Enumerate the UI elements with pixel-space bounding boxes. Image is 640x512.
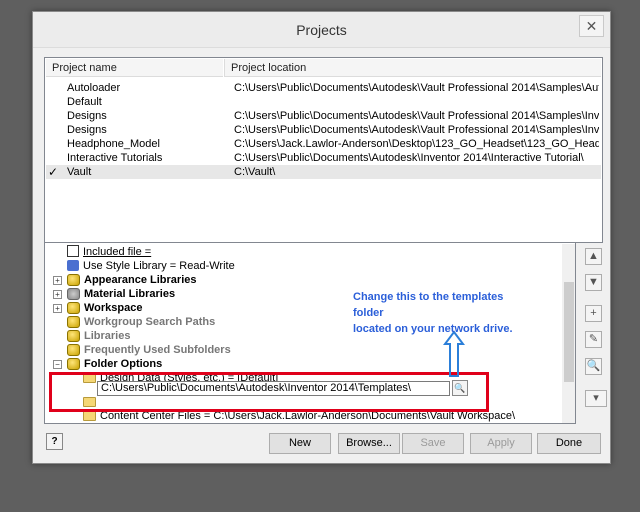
done-button[interactable]: Done — [537, 433, 601, 454]
project-name: Autoloader — [67, 82, 121, 94]
browse-button[interactable]: Browse... — [338, 433, 400, 454]
workspace-icon — [67, 302, 80, 314]
project-row[interactable]: Default — [46, 95, 601, 109]
tree-item-style-library[interactable]: Use Style Library = Read-Write — [67, 259, 235, 273]
tree-item-libraries[interactable]: Libraries — [67, 329, 130, 343]
tree-item-workgroup[interactable]: Workgroup Search Paths — [67, 315, 215, 329]
project-name: Interactive Tutorials — [67, 152, 163, 164]
save-button[interactable]: Save — [402, 433, 464, 454]
folder-icon — [83, 411, 96, 421]
highlight-box — [49, 372, 489, 412]
project-name: Vault — [67, 166, 92, 178]
new-button[interactable]: New — [269, 433, 331, 454]
expand-icon[interactable]: + — [53, 276, 62, 285]
project-location: C:\Vault\ — [234, 166, 276, 178]
dialog-title: Projects — [296, 22, 347, 38]
appearance-icon — [67, 274, 80, 286]
add-path-button[interactable]: + — [585, 305, 602, 322]
help-button[interactable]: ? — [46, 433, 63, 450]
options-menu-button[interactable]: ▾ — [585, 390, 607, 407]
column-header-project-location[interactable]: Project location — [224, 59, 601, 77]
expand-icon[interactable]: + — [53, 290, 62, 299]
expand-icon[interactable]: + — [53, 304, 62, 313]
project-row[interactable]: Autoloader C:\Users\Public\Documents\Aut… — [46, 81, 601, 95]
apply-button[interactable]: Apply — [470, 433, 532, 454]
title-bar: Projects ✕ — [33, 12, 610, 48]
projects-list: Project name Project location Autoloader… — [44, 57, 603, 243]
frequent-icon — [67, 344, 80, 356]
project-location: C:\Users\Public\Documents\Autodesk\Vault… — [234, 110, 599, 122]
scrollbar-thumb[interactable] — [564, 282, 574, 382]
libraries-icon — [67, 330, 80, 342]
tree-item-folder-options[interactable]: Folder Options — [67, 357, 162, 371]
tree-item-included-file[interactable]: Included file = — [67, 245, 151, 259]
style-library-icon — [67, 260, 79, 271]
tree-item-appearance[interactable]: Appearance Libraries — [67, 273, 197, 287]
project-row[interactable]: Interactive Tutorials C:\Users\Public\Do… — [46, 151, 601, 165]
project-name: Designs — [67, 110, 107, 122]
collapse-icon[interactable]: − — [53, 360, 62, 369]
folder-options-icon — [67, 358, 80, 370]
project-name: Designs — [67, 124, 107, 136]
tree-scrollbar[interactable] — [562, 244, 575, 423]
project-row[interactable]: Headphone_Model C:\Users\Jack.Lawlor-And… — [46, 137, 601, 151]
find-button[interactable]: 🔍 — [585, 358, 602, 375]
callout-line: located on your network drive. — [353, 323, 513, 335]
project-location: C:\Users\Public\Documents\Autodesk\Vault… — [234, 124, 599, 136]
project-location: C:\Users\Public\Documents\Autodesk\Vault… — [234, 82, 599, 94]
workgroup-icon — [67, 316, 80, 328]
material-icon — [67, 288, 80, 300]
annotation-callout: Change this to the templates folder loca… — [353, 289, 533, 337]
tree-item-material[interactable]: Material Libraries — [67, 287, 175, 301]
project-location: C:\Users\Jack.Lawlor-Anderson\Desktop\12… — [234, 138, 599, 150]
edit-button[interactable]: ✎ — [585, 331, 602, 348]
project-location: C:\Users\Public\Documents\Autodesk\Inven… — [234, 152, 584, 164]
project-name: Headphone_Model — [67, 138, 160, 150]
active-check-icon: ✓ — [48, 165, 59, 179]
project-row[interactable]: Designs C:\Users\Public\Documents\Autode… — [46, 123, 601, 137]
column-header-project-name[interactable]: Project name — [46, 59, 223, 77]
tree-item-frequent[interactable]: Frequently Used Subfolders — [67, 343, 231, 357]
project-row-active[interactable]: ✓ Vault C:\Vault\ — [46, 165, 601, 179]
project-row[interactable]: Designs C:\Users\Public\Documents\Autode… — [46, 109, 601, 123]
up-arrow-icon — [443, 330, 465, 377]
tree-item-workspace[interactable]: Workspace — [67, 301, 143, 315]
close-button[interactable]: ✕ — [579, 15, 604, 37]
file-icon — [67, 245, 79, 257]
callout-line: Change this to the templates folder — [353, 291, 504, 319]
move-down-button[interactable]: ▼ — [585, 274, 602, 291]
move-up-button[interactable]: ▲ — [585, 248, 602, 265]
project-name: Default — [67, 96, 102, 108]
